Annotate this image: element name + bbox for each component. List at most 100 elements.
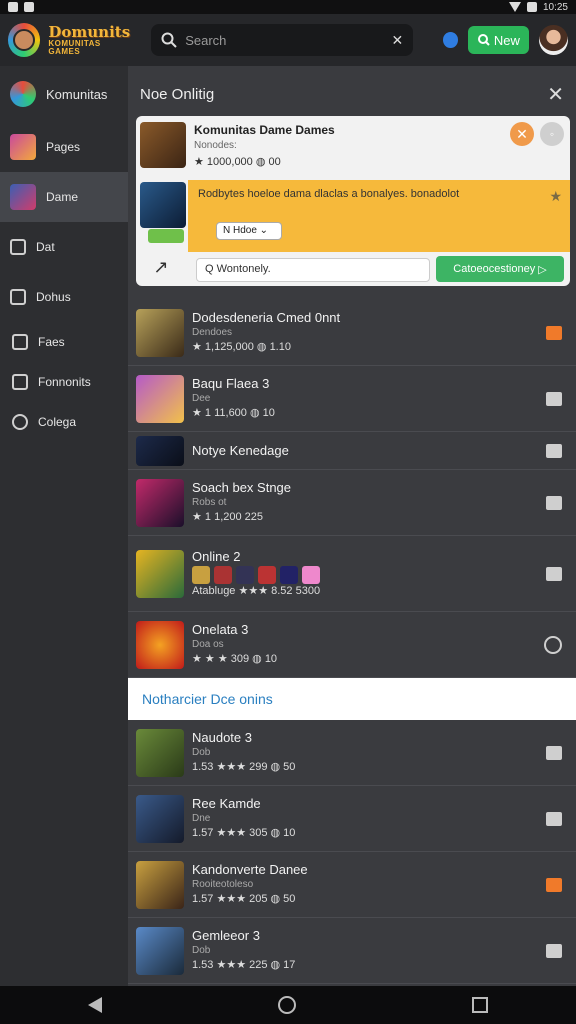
sidebar-header[interactable]: Komunitas: [0, 66, 128, 122]
message-icon[interactable]: [546, 943, 562, 958]
new-button-label: New: [493, 32, 520, 48]
item-title: Notye Kenedage: [192, 443, 289, 458]
sidebar-item-dame[interactable]: Dame: [0, 172, 128, 222]
sidebar-item-label: Pages: [46, 140, 81, 154]
game-thumbnail: [136, 549, 184, 598]
sidebar: Komunitas Pages Dame Dat Dohus Faes Fonn…: [0, 66, 128, 986]
eye-icon[interactable]: [544, 635, 562, 654]
search-placeholder: Search: [185, 32, 227, 48]
globe-icon[interactable]: [443, 32, 459, 48]
search-input[interactable]: Search ✕: [151, 24, 414, 56]
more-icon[interactable]: ◦: [540, 122, 564, 146]
home-icon[interactable]: [278, 996, 296, 1014]
card-rating: ★ 1000,000 ◍ 00: [194, 156, 281, 168]
folder-icon: [12, 334, 28, 350]
item-subtitle: Rooiteotoleso: [192, 879, 254, 890]
item-title: Online 2: [192, 548, 241, 564]
list-item[interactable]: Naudote 3 Dob 1.53 ★★★ 299 ◍ 50: [128, 720, 576, 786]
sidebar-item-label: Fonnonits: [38, 375, 91, 389]
message-icon[interactable]: [546, 811, 562, 826]
item-title: Naudote 3: [192, 730, 252, 745]
image-icon[interactable]: [546, 443, 562, 458]
sidebar-item-faes[interactable]: Faes: [0, 322, 128, 362]
app-logo[interactable]: [8, 23, 41, 57]
item-rating: ★ 1,125,000 ◍ 1.10: [192, 341, 291, 353]
star-icon[interactable]: ★: [549, 188, 562, 205]
message-icon[interactable]: [546, 391, 562, 406]
close-icon[interactable]: ✕: [547, 82, 564, 107]
game-thumbnail: [136, 860, 184, 909]
list-item[interactable]: Kandonverte Danee Rooiteotoleso 1.57 ★★★ 2…: [128, 852, 576, 918]
item-rating: 1.57 ★★★ 205 ◍ 50: [192, 893, 296, 905]
game-thumbnail: [136, 308, 184, 357]
card-input[interactable]: Q Wontonely.: [196, 258, 430, 282]
item-title: Onelata 3: [192, 622, 249, 637]
community-icon: [10, 81, 36, 107]
sidebar-item-dat[interactable]: Dat: [0, 222, 128, 272]
edit-icon[interactable]: [546, 566, 562, 581]
list-item[interactable]: Dodesdeneria Cmed 0nnt Dendoes ★ 1,125,000…: [128, 300, 576, 366]
action-icon[interactable]: [546, 877, 562, 892]
recents-icon[interactable]: [472, 997, 488, 1013]
action-icon[interactable]: [546, 325, 562, 340]
dropdown-value: N Hdoe: [223, 225, 257, 236]
item-rating: 1.53 ★★★ 225 ◍ 17: [192, 959, 296, 971]
sidebar-header-label: Komunitas: [46, 86, 108, 102]
dismiss-button[interactable]: ✕: [510, 122, 534, 146]
sidebar-item-label: Dohus: [36, 290, 71, 304]
new-button[interactable]: New: [468, 26, 530, 54]
list-item[interactable]: Notye Kenedage: [128, 432, 576, 470]
list-item[interactable]: Gemleeor 3 Dob 1.53 ★★★ 225 ◍ 17: [128, 918, 576, 984]
back-icon[interactable]: [88, 997, 102, 1013]
item-subtitle: Robs ot: [192, 497, 227, 508]
banner-dropdown[interactable]: N Hdoe ⌄: [216, 222, 282, 240]
status-badge: [148, 229, 184, 243]
message-icon[interactable]: [546, 495, 562, 510]
battery-icon: [526, 2, 537, 12]
item-rating: ★ 1 1,200 225: [192, 511, 264, 523]
app-icon: [24, 2, 34, 12]
pages-icon: [10, 134, 36, 160]
sidebar-item-label: Faes: [38, 335, 65, 349]
game-thumbnail: [136, 620, 184, 669]
search-icon: [477, 34, 490, 46]
sidebar-item-colega[interactable]: Colega: [0, 402, 128, 442]
expand-icon[interactable]: ↗: [146, 252, 176, 282]
item-subtitle: Dob: [192, 747, 211, 758]
mail-icon: [10, 289, 26, 305]
item-subtitle: Dee: [192, 393, 211, 404]
clear-search-icon[interactable]: ✕: [391, 32, 403, 49]
brand-subtitle: KOMUNITAS GAMES: [48, 38, 101, 56]
item-title: Gemleeor 3: [192, 928, 260, 943]
main-header: Noe Onlitig ✕: [128, 66, 576, 122]
list-item[interactable]: Soach bex Stnge Robs ot ★ 1 1,200 225: [128, 470, 576, 536]
featured-card: Komunitas Dame Dames Nonodes: ★ 1000,000…: [136, 116, 570, 286]
item-title: Baqu Flaea 3: [192, 376, 270, 391]
item-rating: 1.57 ★★★ 305 ◍ 10: [192, 827, 296, 839]
image-icon: [12, 374, 28, 390]
list-item[interactable]: Baqu Flaea 3 Dee ★ 1 11,600 ◍ 10: [128, 366, 576, 432]
section-header: Notharcier Dce onins: [128, 678, 576, 720]
item-subtitle: Dendoes: [192, 327, 233, 338]
sidebar-item-pages[interactable]: Pages: [0, 122, 128, 172]
item-title: Ree Kamde: [192, 796, 261, 811]
card-action-label: Catoeocestioney: [453, 263, 536, 275]
status-bar: 10:25: [0, 0, 576, 14]
item-title: Soach bex Stnge: [192, 480, 292, 495]
card-thumbnail[interactable]: [140, 122, 186, 168]
game-thumbnail: [136, 794, 184, 843]
sidebar-item-dohus[interactable]: Dohus: [0, 272, 128, 322]
list-item[interactable]: Ree Kamde Dne 1.57 ★★★ 305 ◍ 10: [128, 786, 576, 852]
system-nav-bar: [0, 986, 576, 1024]
wifi-icon: [508, 2, 521, 12]
filter-icon: [10, 239, 26, 255]
list-item[interactable]: Onelata 3 Doa os ★ ★ ★ 309 ◍ 10: [128, 612, 576, 678]
game-strip: [192, 565, 320, 584]
game-thumbnail: [136, 926, 184, 975]
sidebar-item-fonnonits[interactable]: Fonnonits: [0, 362, 128, 402]
list-item[interactable]: Online 2 Atabluge ★★★ 8.52 5300: [128, 536, 576, 612]
brand-title: Domunits: [48, 22, 131, 41]
message-icon[interactable]: [546, 745, 562, 760]
card-action-button[interactable]: Catoeocestioney ▷: [436, 256, 564, 282]
avatar[interactable]: [539, 25, 568, 55]
